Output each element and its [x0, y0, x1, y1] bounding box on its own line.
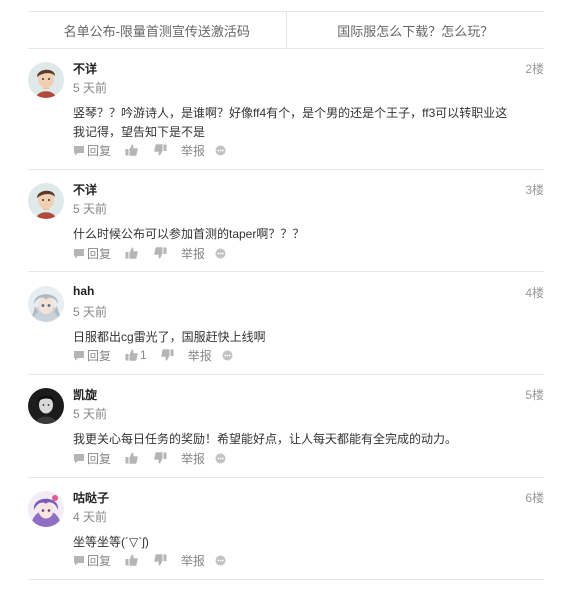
- report-button[interactable]: 举报: [188, 347, 212, 364]
- comment-actions: 回复 举报: [73, 552, 226, 568]
- comment-item: 不详 5 天前 3楼 什么时候公布可以参加首测的taper啊？？？ 回复 举报: [28, 181, 544, 281]
- thumbs-down-icon: [154, 247, 167, 259]
- comment-floor-number: 6楼: [525, 491, 544, 505]
- thumbs-down-icon: [154, 144, 167, 156]
- more-options-button[interactable]: [215, 555, 226, 566]
- report-button[interactable]: 举报: [181, 552, 205, 569]
- thumbs-up-icon: [125, 554, 138, 566]
- report-button[interactable]: 举报: [181, 450, 205, 467]
- reply-label: 回复: [87, 143, 112, 158]
- dislike-button[interactable]: [154, 554, 167, 566]
- comment-text: 竖琴？？吟游诗人，是谁啊？好像ff4有个，是个男的还是个王子，ff3可以转职业这…: [73, 106, 508, 139]
- more-options-button[interactable]: [215, 453, 226, 464]
- comment-username[interactable]: 凯旋: [73, 386, 97, 403]
- comment-floor-number: 2楼: [525, 62, 544, 76]
- reply-label: 回复: [87, 348, 112, 363]
- reply-button[interactable]: 回复: [73, 347, 111, 364]
- divider: [28, 579, 544, 580]
- comment-timestamp: 5 天前: [73, 81, 108, 95]
- purple-anime-avatar[interactable]: [28, 491, 64, 527]
- comment-item: 咕哒子 4 天前 6楼 坐等坐等(´▽`ʃ) 回复 举报: [28, 489, 544, 589]
- comment-actions: 回复 举报: [73, 245, 226, 261]
- next-article-link[interactable]: 国际服怎么下载？怎么玩？: [287, 12, 545, 48]
- reply-label: 回复: [87, 451, 112, 466]
- comment-username[interactable]: 咕哒子: [73, 489, 109, 506]
- reply-button[interactable]: 回复: [73, 142, 111, 159]
- reply-icon: [74, 350, 84, 360]
- dislike-button[interactable]: [154, 247, 167, 259]
- comment-text: 我更关心每日任务的奖励！希望能好点，让人每天都能有全完成的动力。: [73, 432, 458, 446]
- comment-item: 不详 5 天前 2楼 竖琴？？吟游诗人，是谁啊？好像ff4有个，是个男的还是个王…: [28, 60, 544, 160]
- comment-username[interactable]: hah: [73, 284, 94, 298]
- reply-icon: [74, 555, 84, 565]
- comment-text: 什么时候公布可以参加首测的taper啊？？？: [73, 227, 305, 241]
- dark-portrait-avatar[interactable]: [28, 388, 64, 424]
- anime-boy-avatar[interactable]: [28, 183, 64, 219]
- like-button[interactable]: [125, 247, 140, 259]
- dislike-button[interactable]: [154, 452, 167, 464]
- comment-timestamp: 5 天前: [73, 202, 108, 216]
- divider: [28, 169, 544, 170]
- comment-text: 日服都出cg雷光了，国服赶快上线啊: [73, 330, 266, 344]
- divider: [28, 374, 544, 375]
- reply-button[interactable]: 回复: [73, 245, 111, 262]
- report-button[interactable]: 举报: [181, 142, 205, 159]
- comment-floor-number: 5楼: [525, 388, 544, 402]
- divider: [28, 271, 544, 272]
- more-options-icon: [215, 555, 226, 565]
- reply-label: 回复: [87, 246, 112, 261]
- like-button[interactable]: [125, 554, 140, 566]
- reply-button[interactable]: 回复: [73, 552, 111, 569]
- comment-actions: 回复 1 举报: [73, 347, 233, 363]
- report-button[interactable]: 举报: [181, 245, 205, 262]
- thumbs-down-icon: [160, 349, 174, 361]
- comment-page: 名单公布-限量首测宣传送激活码 国际服怎么下载？怎么玩？ 不详 5 天前 2楼 …: [0, 0, 571, 589]
- thumbs-down-icon: [154, 452, 167, 464]
- comment-username[interactable]: 不详: [73, 181, 97, 198]
- reply-button[interactable]: 回复: [73, 450, 111, 467]
- dislike-button[interactable]: [154, 144, 167, 156]
- more-options-icon: [215, 453, 226, 463]
- comment-timestamp: 5 天前: [73, 407, 108, 421]
- comment-actions: 回复 举报: [73, 142, 226, 158]
- comment-timestamp: 5 天前: [73, 305, 108, 319]
- divider: [28, 477, 544, 478]
- thumbs-down-icon: [154, 554, 167, 566]
- comment-floor-number: 4楼: [525, 286, 544, 300]
- like-count: 1: [140, 348, 147, 362]
- like-button[interactable]: [125, 452, 140, 464]
- reply-label: 回复: [87, 553, 112, 568]
- reply-icon: [74, 145, 84, 155]
- dislike-button[interactable]: [160, 349, 174, 361]
- thumbs-up-icon: [125, 144, 138, 156]
- related-articles-nav: 名单公布-限量首测宣传送激活码 国际服怎么下载？怎么玩？: [28, 12, 544, 48]
- reply-icon: [74, 453, 84, 463]
- comment-text: 坐等坐等(´▽`ʃ): [73, 535, 149, 549]
- like-button[interactable]: 1: [125, 348, 147, 362]
- more-options-icon: [215, 145, 226, 155]
- like-button[interactable]: [125, 144, 140, 156]
- comment-item: hah 5 天前 4楼 日服都出cg雷光了，国服赶快上线啊 回复 1 举报: [28, 284, 544, 384]
- comment-actions: 回复 举报: [73, 450, 226, 466]
- comment-floor-number: 3楼: [525, 183, 544, 197]
- reply-icon: [74, 248, 84, 258]
- silver-hair-avatar[interactable]: [28, 286, 64, 322]
- more-options-icon: [222, 350, 233, 360]
- more-options-button[interactable]: [222, 350, 233, 361]
- more-options-button[interactable]: [215, 145, 226, 156]
- thumbs-up-icon: [125, 247, 138, 259]
- comment-item: 凯旋 5 天前 5楼 我更关心每日任务的奖励！希望能好点，让人每天都能有全完成的…: [28, 386, 544, 486]
- divider: [28, 48, 544, 49]
- comment-username[interactable]: 不详: [73, 60, 97, 77]
- anime-boy-avatar[interactable]: [28, 62, 64, 98]
- prev-article-link[interactable]: 名单公布-限量首测宣传送激活码: [28, 12, 286, 48]
- comment-timestamp: 4 天前: [73, 510, 108, 524]
- more-options-icon: [215, 248, 226, 258]
- more-options-button[interactable]: [215, 248, 226, 259]
- thumbs-up-icon: [125, 349, 138, 361]
- thumbs-up-icon: [125, 452, 138, 464]
